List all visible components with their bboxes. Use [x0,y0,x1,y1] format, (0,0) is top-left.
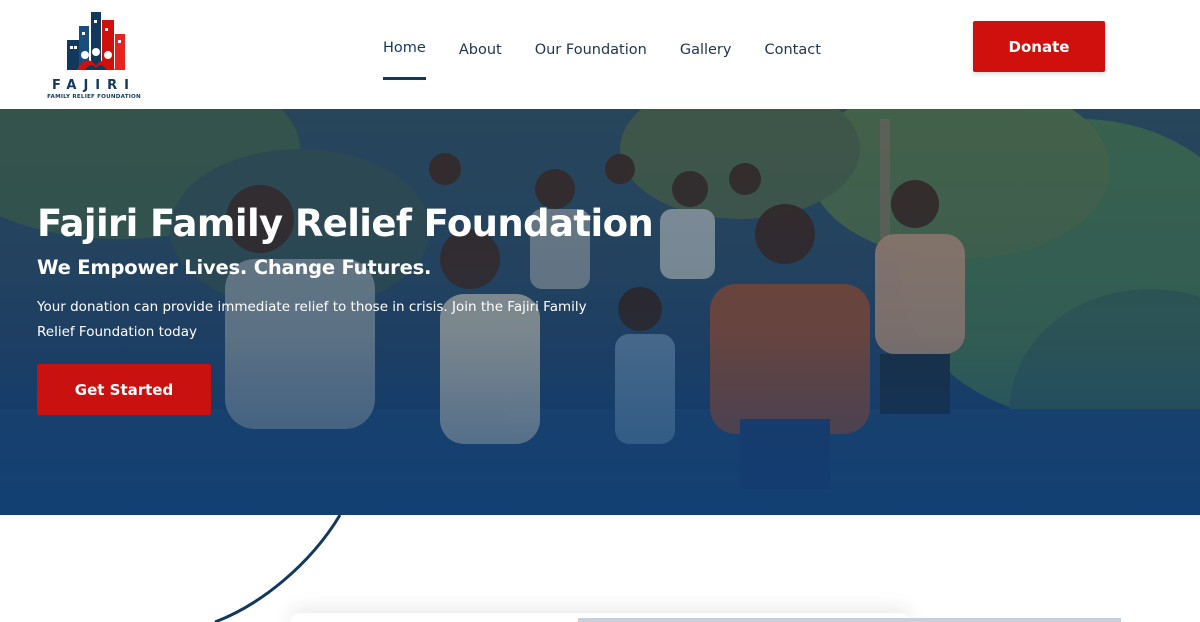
donate-button[interactable]: Donate [973,21,1105,72]
logo-tagline: FAMILY RELIEF FOUNDATION [47,94,141,100]
content-section [0,515,1200,622]
section-divider [578,618,1121,622]
nav-item-gallery[interactable]: Gallery [680,38,732,80]
hero-section: Fajiri Family Relief Foundation We Empow… [0,109,1200,515]
nav-item-about[interactable]: About [459,38,502,80]
main-nav: Home About Our Foundation Gallery Contac… [383,38,854,82]
logo-wordmark: FAJIRI [52,78,136,93]
site-header: FAJIRI FAMILY RELIEF FOUNDATION Home Abo… [0,0,1200,109]
hero-description: Your donation can provide immediate reli… [37,299,587,340]
nav-item-contact[interactable]: Contact [764,38,820,80]
nav-item-our-foundation[interactable]: Our Foundation [535,38,647,80]
get-started-button[interactable]: Get Started [37,364,211,415]
logo-buildings-icon [67,12,125,70]
hero-subtitle: We Empower Lives. Change Futures. [37,256,432,279]
site-logo[interactable]: FAJIRI FAMILY RELIEF FOUNDATION [33,8,155,104]
decorative-curve [214,515,342,622]
nav-item-home[interactable]: Home [383,38,426,80]
hero-title: Fajiri Family Relief Foundation [37,202,654,245]
